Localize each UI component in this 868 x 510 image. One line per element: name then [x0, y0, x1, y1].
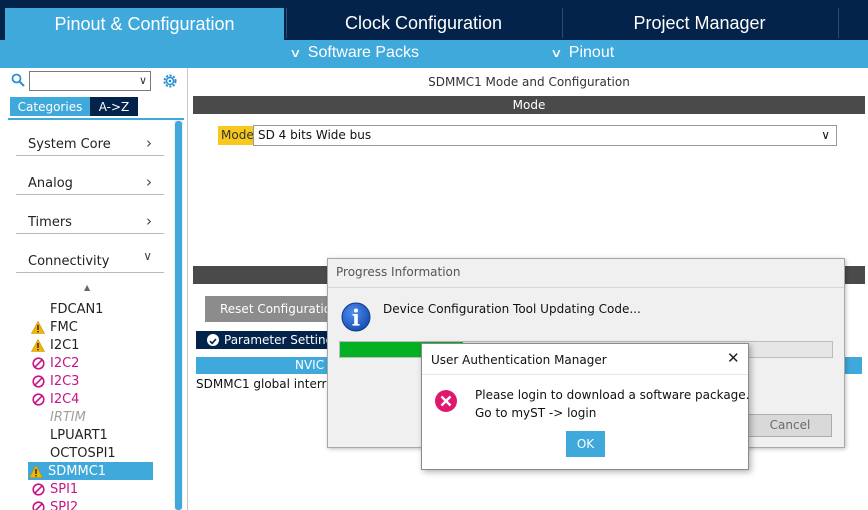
pinout-menu[interactable]: ∨ Pinout — [550, 44, 615, 62]
peripheral-label: SPI1 — [50, 481, 79, 497]
mode-select[interactable]: SD 4 bits Wide bus ∨ — [253, 125, 837, 146]
table-row[interactable]: SDMMC1 global interrupt — [196, 376, 336, 393]
peripheral-item-fdcan1[interactable]: FDCAN1 — [30, 300, 154, 318]
prohibited-icon — [30, 392, 46, 406]
peripheral-label: OCTOSPI1 — [50, 445, 116, 461]
prohibited-icon — [30, 374, 46, 388]
peripheral-item-i2c4[interactable]: I2C4 — [30, 390, 154, 408]
blank-icon — [30, 410, 46, 424]
mode-select-value: SD 4 bits Wide bus — [258, 128, 372, 142]
error-icon — [435, 390, 457, 412]
peripheral-label: I2C2 — [50, 355, 80, 371]
category-label: Analog — [28, 176, 73, 191]
close-icon[interactable]: ✕ — [727, 350, 740, 366]
tab-pinout-configuration[interactable]: Pinout & Configuration — [5, 8, 284, 40]
category-analog[interactable]: Analog › — [16, 169, 164, 195]
peripheral-item-i2c3[interactable]: I2C3 — [30, 372, 154, 390]
peripheral-label: FDCAN1 — [50, 301, 104, 317]
peripheral-label: I2C1 — [50, 337, 80, 353]
prohibited-icon — [30, 356, 46, 370]
blank-icon — [30, 446, 46, 460]
info-icon — [341, 302, 371, 332]
divider — [328, 287, 844, 288]
category-system-core[interactable]: System Core › — [16, 130, 164, 156]
peripheral-label: SPI2 — [50, 499, 79, 510]
tab-parameter-settings[interactable]: Parameter Settings — [196, 331, 336, 349]
page-title: SDMMC1 Mode and Configuration — [428, 75, 630, 89]
parameter-settings-label: Parameter Settings — [224, 333, 336, 347]
tab-a-to-z[interactable]: A->Z — [90, 97, 138, 116]
peripheral-label: LPUART1 — [50, 427, 108, 443]
mode-label: Mode — [218, 126, 257, 145]
divider — [422, 374, 748, 375]
chevron-right-icon: › — [146, 212, 152, 230]
peripheral-label: I2C4 — [50, 391, 80, 407]
category-label: Connectivity — [28, 254, 110, 269]
top-tab-bar: Pinout & Configuration Clock Configurati… — [0, 0, 868, 40]
warning-icon — [30, 320, 46, 334]
gear-icon[interactable] — [161, 72, 179, 90]
chevron-down-icon: ∨ — [143, 249, 152, 263]
peripheral-label: IRTIM — [50, 409, 86, 425]
dialog-title: Progress Information — [336, 265, 461, 279]
auth-message-line2: Go to myST -> login — [475, 406, 597, 420]
progress-message: Device Configuration Tool Updating Code.… — [383, 302, 641, 316]
chevron-down-icon[interactable]: ∨ — [821, 126, 830, 145]
peripheral-item-lpuart1[interactable]: LPUART1 — [30, 426, 154, 444]
category-timers[interactable]: Timers › — [16, 208, 164, 234]
nvic-column-header: NVIC — [196, 357, 336, 374]
ok-button[interactable]: OK — [566, 431, 605, 457]
peripheral-item-i2c2[interactable]: I2C2 — [30, 354, 154, 372]
left-sidebar: ∨ Categories A->Z System Core › Analog ›… — [0, 68, 188, 510]
sub-menu-bar: ∨ Software Packs ∨ Pinout — [0, 40, 868, 68]
chevron-down-icon: ∨ — [289, 46, 302, 60]
software-packs-menu[interactable]: ∨ Software Packs — [289, 44, 419, 62]
tab-tools[interactable] — [838, 8, 868, 38]
category-label: Timers — [28, 215, 72, 230]
peripheral-item-irtim[interactable]: IRTIM — [30, 408, 154, 426]
auth-message-line1: Please login to download a software pack… — [475, 388, 750, 402]
warning-icon — [30, 338, 46, 352]
app-window: Pinout & Configuration Clock Configurati… — [0, 0, 868, 510]
scroll-up-icon[interactable]: ▲ — [84, 283, 90, 292]
check-circle-icon — [207, 334, 219, 346]
blank-icon — [30, 428, 46, 442]
reset-configuration-button[interactable]: Reset Configuration — [205, 296, 340, 322]
tab-project-manager[interactable]: Project Manager — [562, 8, 836, 38]
peripheral-label: SDMMC1 — [48, 463, 107, 479]
category-label: System Core — [28, 137, 111, 152]
mode-section-header: Mode — [193, 96, 865, 114]
chevron-right-icon: › — [146, 173, 152, 191]
prohibited-icon — [30, 500, 46, 510]
peripheral-label: I2C3 — [50, 373, 80, 389]
peripheral-item-fmc[interactable]: FMC — [30, 318, 154, 336]
auth-dialog: User Authentication Manager ✕ Please log… — [421, 343, 750, 470]
blank-icon — [30, 302, 46, 316]
chevron-down-icon: ∨ — [550, 46, 563, 60]
dialog-title: User Authentication Manager — [431, 353, 607, 367]
chevron-right-icon: › — [146, 134, 152, 152]
software-packs-label: Software Packs — [307, 44, 419, 61]
peripheral-item-spi2[interactable]: SPI2 — [30, 498, 154, 510]
search-input[interactable]: ∨ — [29, 71, 151, 91]
category-connectivity[interactable]: Connectivity ∨ — [16, 247, 164, 273]
peripheral-label: FMC — [50, 319, 78, 335]
peripheral-item-spi1[interactable]: SPI1 — [30, 480, 154, 498]
search-icon[interactable] — [11, 73, 25, 87]
prohibited-icon — [30, 482, 46, 496]
peripheral-item-octospi1[interactable]: OCTOSPI1 — [30, 444, 154, 462]
tab-clock-configuration[interactable]: Clock Configuration — [286, 8, 560, 38]
category-tabs: Categories A->Z — [10, 97, 138, 116]
sidebar-scrollbar-thumb[interactable] — [175, 121, 182, 510]
cancel-button[interactable]: Cancel — [748, 414, 832, 437]
warning-icon — [28, 464, 44, 478]
tab-categories[interactable]: Categories — [10, 97, 90, 116]
peripheral-item-sdmmc1[interactable]: SDMMC1 — [28, 462, 153, 480]
chevron-down-icon[interactable]: ∨ — [139, 74, 147, 87]
pinout-label: Pinout — [568, 44, 615, 61]
peripheral-item-i2c1[interactable]: I2C1 — [30, 336, 154, 354]
